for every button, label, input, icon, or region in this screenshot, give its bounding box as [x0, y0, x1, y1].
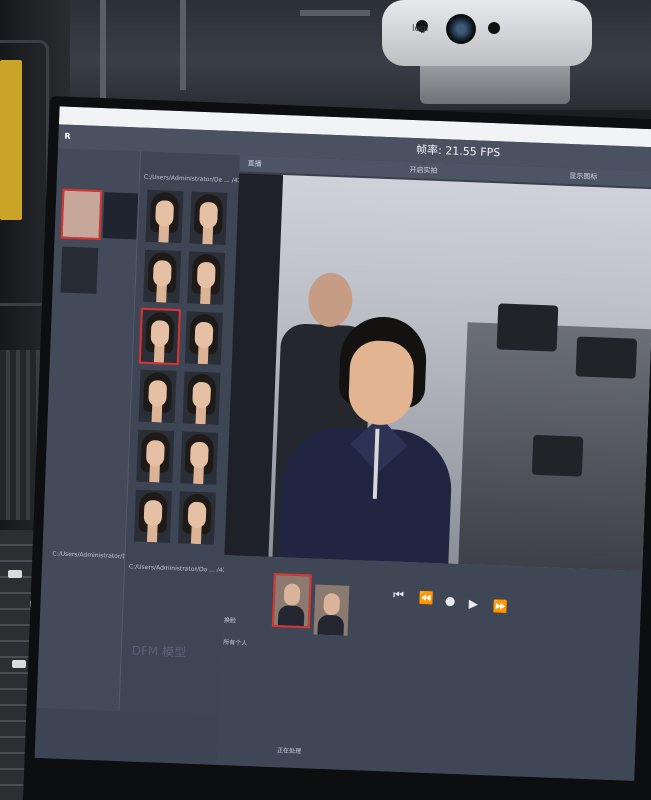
webcam-lens — [446, 14, 476, 44]
option-item[interactable]: 所有个人 — [223, 637, 247, 647]
source-thumbnail-selected[interactable] — [60, 188, 103, 241]
truss-beam — [100, 0, 106, 100]
press-camera — [496, 303, 559, 352]
mixer-fader — [12, 660, 26, 668]
face-thumbnail[interactable] — [180, 431, 219, 485]
model-folder-path: C:/Users/Administrator/Do ... /423 — [128, 563, 231, 575]
tab-show-icons[interactable]: 显示图标 — [569, 168, 598, 185]
face-thumbnail[interactable] — [138, 307, 181, 366]
model-watermark: DFM 模型 — [131, 643, 187, 660]
webcam-clip — [420, 60, 570, 104]
fast-forward-button[interactable]: ⏩ — [492, 599, 507, 614]
app-logo: R — [64, 131, 71, 141]
face-thumbnail[interactable] — [184, 311, 223, 365]
face-thumbnail[interactable] — [177, 491, 216, 545]
play-button[interactable]: ▶ — [469, 596, 479, 610]
face-thumbnail[interactable] — [136, 429, 175, 483]
control-area: 换脸 所有个人 ⏮ ⏪ ● ▶ ⏩ 正在处理 — [216, 555, 643, 781]
source-thumbnail[interactable] — [102, 192, 141, 240]
record-button[interactable]: ● — [445, 594, 456, 608]
yellow-label — [0, 60, 22, 220]
status-text: 正在处理 — [276, 747, 302, 756]
option-list: 换脸 所有个人 — [223, 565, 268, 647]
option-item[interactable]: 换脸 — [224, 615, 236, 624]
background-man-head — [307, 272, 354, 328]
target-thumbnail-selected[interactable] — [271, 572, 312, 629]
tab-start-capture[interactable]: 开启实拍 — [409, 162, 438, 179]
face-thumbnail[interactable] — [143, 249, 182, 304]
preview-panel: 直播 开启实拍 显示图标 换脸 所有个人 ⏮ ⏪ ● ▶ ⏩ 正在处理 — [216, 155, 651, 781]
rewind-button[interactable]: ⏪ — [419, 591, 434, 606]
face-thumbnail[interactable] — [182, 371, 221, 425]
source-thumbnail-empty[interactable] — [60, 246, 99, 294]
truss-beam — [300, 10, 370, 16]
skip-back-button[interactable]: ⏮ — [393, 588, 404, 603]
face-folder-path: C:/Users/Administrator/De ... /423 — [143, 173, 246, 185]
presenter-face — [347, 339, 415, 427]
truss-beam — [180, 0, 186, 90]
webcam-brand: logi — [412, 24, 429, 34]
app-window: R 帧率: 21.55 FPS C:/Users/Administrator/D… — [34, 106, 651, 781]
target-thumbnail[interactable] — [313, 584, 350, 636]
face-thumbnail[interactable] — [138, 369, 177, 424]
monitor: R 帧率: 21.55 FPS C:/Users/Administrator/D… — [22, 96, 651, 800]
face-thumbnail[interactable] — [145, 189, 184, 244]
press-camera — [531, 434, 584, 477]
face-thumbnail[interactable] — [187, 251, 226, 305]
tab-live[interactable]: 直播 — [247, 156, 262, 173]
face-thumbnail[interactable] — [133, 489, 172, 543]
webcam-sensor — [488, 22, 500, 34]
face-thumbnail[interactable] — [189, 191, 228, 245]
mixer-fader — [8, 570, 22, 578]
press-camera — [575, 336, 638, 379]
photo-scene: logi R 帧率: 21.55 FPS C:/Users/Administra… — [0, 0, 651, 800]
video-preview — [268, 175, 651, 572]
